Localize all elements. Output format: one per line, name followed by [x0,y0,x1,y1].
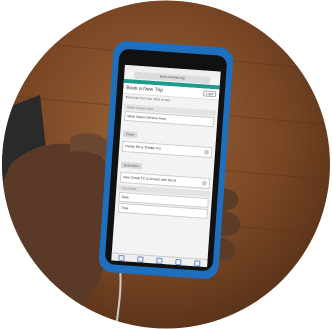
origin-value: Perley Rd & Teddler Ru [125,144,161,151]
page-title: Book a New Trip [126,85,164,94]
destination-label: Destination [120,161,143,170]
forward-icon[interactable] [137,255,144,263]
login-button[interactable]: Login [203,90,217,98]
destination-value: New Creek TC (Connect with the bl [122,174,177,183]
phone-screen: book.chartnet.org Book a New Trip Login … [111,64,221,268]
location-icon[interactable] [203,149,210,155]
origin-field[interactable]: Perley Rd & Teddler Ru [121,140,213,159]
share-icon[interactable] [156,257,163,264]
back-icon[interactable] [117,254,125,261]
location-icon[interactable] [201,180,208,186]
time-label: Time [120,205,129,211]
date-label: Date [121,194,130,200]
tabs-icon[interactable] [194,259,201,267]
bookmarks-icon[interactable] [175,258,182,265]
origin-label: Origin [122,130,138,138]
service-area-value: West Salem Service Area [127,114,166,121]
